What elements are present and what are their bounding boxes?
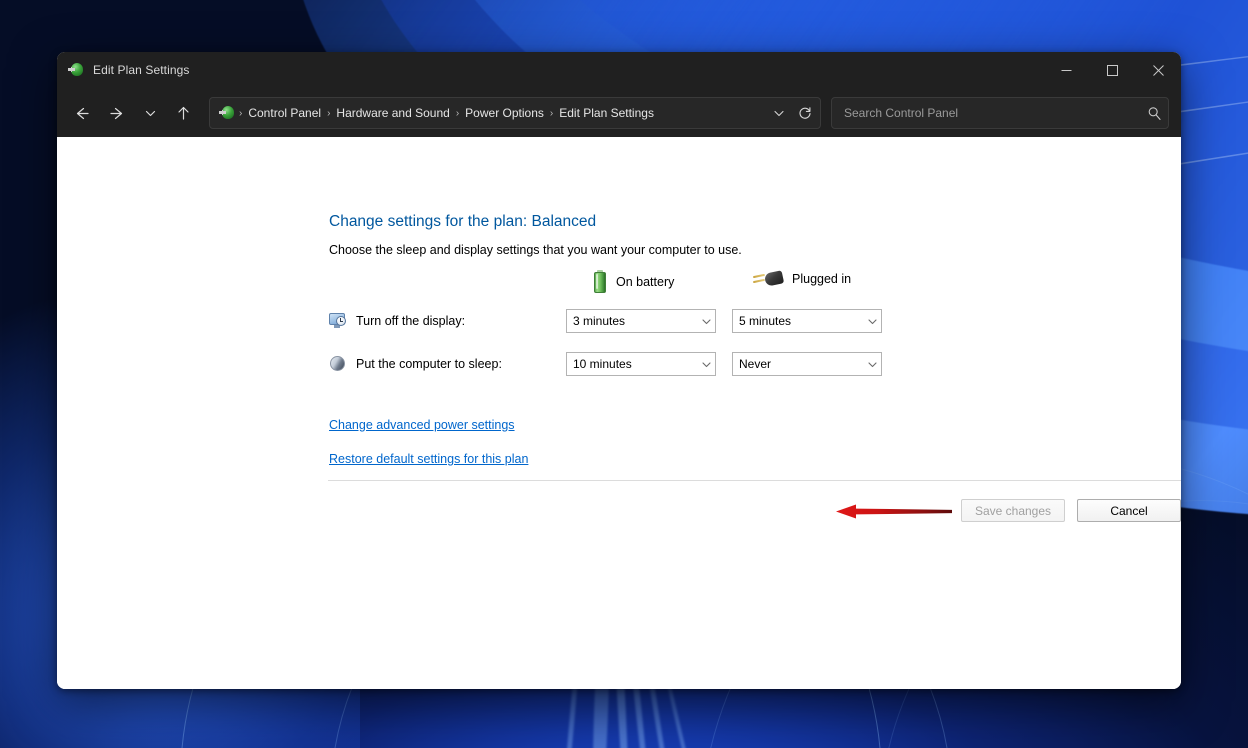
column-header-on-battery: On battery xyxy=(593,270,674,294)
column-label-plugged-in: Plugged in xyxy=(792,272,852,286)
dropdown-value: 10 minutes xyxy=(573,357,632,371)
dropdown-display-on-battery[interactable]: 3 minutes xyxy=(566,309,716,333)
dropdown-value: Never xyxy=(739,357,772,371)
chevron-down-icon xyxy=(863,359,881,370)
back-arrow-icon[interactable] xyxy=(65,98,97,128)
refresh-icon[interactable] xyxy=(792,100,818,126)
cancel-button[interactable]: Cancel xyxy=(1077,499,1181,522)
minimize-icon[interactable] xyxy=(1043,52,1089,88)
chevron-down-icon xyxy=(697,316,715,327)
column-header-plugged-in: Plugged in xyxy=(752,270,852,288)
setting-label-put-computer-to-sleep: Put the computer to sleep: xyxy=(356,357,502,371)
page-title: Change settings for the plan: Balanced xyxy=(329,213,597,230)
search-icon[interactable] xyxy=(1147,106,1162,121)
breadcrumb-item-control-panel[interactable]: Control Panel xyxy=(243,103,326,123)
dropdown-sleep-on-battery[interactable]: 10 minutes xyxy=(566,352,716,376)
close-icon[interactable] xyxy=(1135,52,1181,88)
page-subtitle: Choose the sleep and display settings th… xyxy=(329,243,742,257)
footer-separator xyxy=(328,480,1181,481)
dropdown-value: 3 minutes xyxy=(573,314,626,328)
moon-sleep-icon xyxy=(329,355,347,373)
footer-buttons: Save changes Cancel xyxy=(961,499,1181,522)
setting-row-turn-off-display: Turn off the display: xyxy=(329,312,465,330)
save-changes-button[interactable]: Save changes xyxy=(961,499,1065,522)
breadcrumb-item-edit-plan-settings[interactable]: Edit Plan Settings xyxy=(554,103,659,123)
dropdown-sleep-plugged-in[interactable]: Never xyxy=(732,352,882,376)
breadcrumb-chevron-down-icon[interactable] xyxy=(766,100,792,126)
chevron-down-icon xyxy=(697,359,715,370)
link-restore-default-settings[interactable]: Restore default settings for this plan xyxy=(329,452,528,466)
setting-row-put-computer-to-sleep: Put the computer to sleep: xyxy=(329,355,502,373)
edit-plan-settings-page: Change settings for the plan: Balanced C… xyxy=(328,137,1181,689)
breadcrumb-item-power-options[interactable]: Power Options xyxy=(460,103,549,123)
setting-label-turn-off-display: Turn off the display: xyxy=(356,314,466,328)
address-bar[interactable]: › Control Panel › Hardware and Sound › P… xyxy=(209,97,821,129)
search-input[interactable] xyxy=(842,105,1147,121)
up-arrow-icon[interactable] xyxy=(167,98,199,128)
breadcrumb-item-hardware-and-sound[interactable]: Hardware and Sound xyxy=(331,103,454,123)
window-title: Edit Plan Settings xyxy=(93,63,190,77)
power-plug-icon xyxy=(752,270,785,288)
monitor-clock-icon xyxy=(329,312,347,330)
explorer-window: Edit Plan Settings › Control Panel › Har… xyxy=(57,52,1181,689)
power-plan-icon xyxy=(68,62,84,78)
annotation-arrow-icon xyxy=(836,504,952,519)
content-area: Change settings for the plan: Balanced C… xyxy=(57,137,1181,689)
forward-arrow-icon[interactable] xyxy=(101,98,133,128)
window-titlebar[interactable]: Edit Plan Settings xyxy=(57,52,1181,89)
breadcrumb: › Control Panel › Hardware and Sound › P… xyxy=(238,103,766,123)
recent-locations-chevron-down-icon[interactable] xyxy=(137,98,163,128)
dropdown-value: 5 minutes xyxy=(739,314,792,328)
column-label-on-battery: On battery xyxy=(616,275,675,289)
power-plan-icon xyxy=(219,105,235,121)
battery-icon xyxy=(593,270,607,294)
chevron-down-icon xyxy=(863,316,881,327)
search-box[interactable] xyxy=(831,97,1169,129)
dropdown-display-plugged-in[interactable]: 5 minutes xyxy=(732,309,882,333)
maximize-icon[interactable] xyxy=(1089,52,1135,88)
address-toolbar: › Control Panel › Hardware and Sound › P… xyxy=(57,89,1181,138)
link-change-advanced-power-settings[interactable]: Change advanced power settings xyxy=(329,418,515,432)
window-controls xyxy=(1043,52,1181,88)
